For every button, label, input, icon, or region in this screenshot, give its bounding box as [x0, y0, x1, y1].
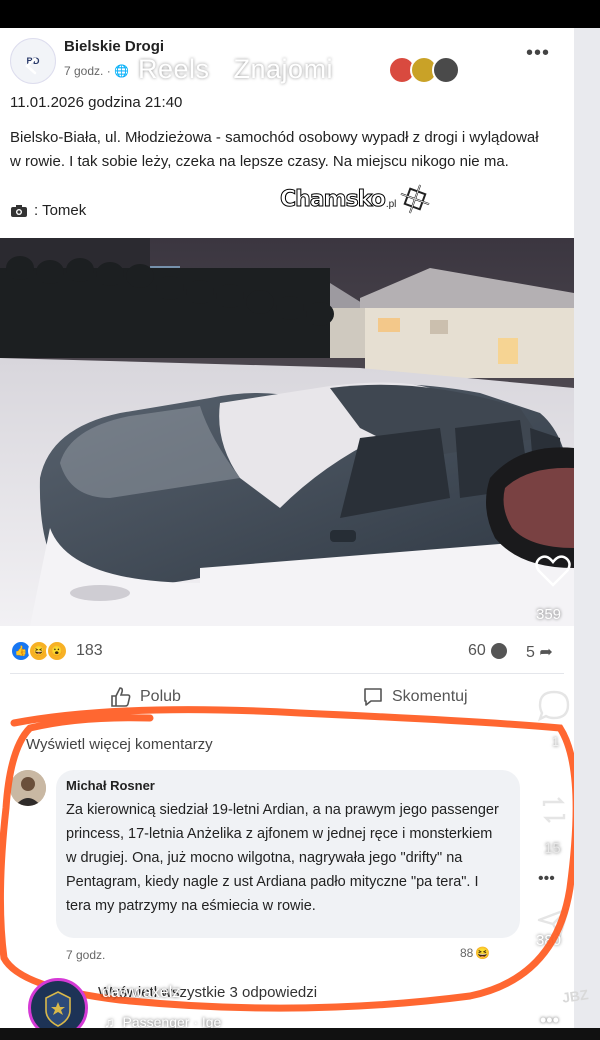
photo-credit: : Tomek	[10, 202, 86, 219]
comment-text: Za kierownicą siedział 19-letni Ardian, …	[66, 802, 499, 914]
like-button[interactable]: Polub	[110, 686, 181, 708]
tab-reels[interactable]: Reels	[138, 54, 210, 84]
bottom-bar	[0, 1028, 600, 1040]
shares-count-text: 5	[526, 644, 535, 661]
post-time: 7 godz. · 🌐	[64, 64, 129, 78]
back-arrow-icon[interactable]	[22, 56, 42, 76]
person-avatar-icon	[10, 770, 46, 806]
share-count-overlay: 380	[536, 932, 562, 949]
police-badge-icon	[45, 991, 71, 1027]
watermark-text: Chamsko	[280, 186, 387, 212]
snowy-car-photo	[0, 238, 574, 626]
page-name[interactable]: Bielskie Drogi	[64, 38, 164, 55]
post-photo[interactable]: 359	[0, 238, 574, 626]
thumbs-up-icon	[111, 687, 131, 707]
comment-more-icon[interactable]: •••	[538, 870, 555, 888]
comment-author[interactable]: Michał Rosner	[66, 778, 155, 793]
crosshair-logo-icon	[400, 184, 430, 214]
post-time-text: 7 godz.	[64, 64, 104, 78]
comment-button[interactable]: Skomentuj	[362, 686, 468, 708]
reactions-count: 183	[76, 642, 103, 659]
wow-reaction-icon: 😮	[46, 640, 68, 662]
shares-count[interactable]: 5 ➦	[526, 642, 553, 662]
heart-icon[interactable]	[534, 554, 572, 588]
comment-count-overlay: 1	[552, 734, 560, 749]
post-text: Bielsko-Biała, ul. Młodzieżowa - samochó…	[10, 129, 539, 170]
top-status-bar	[0, 0, 600, 28]
camera-icon	[11, 204, 27, 217]
like-count-overlay: 359	[536, 606, 562, 623]
reel-username[interactable]: dawwaxelz	[102, 984, 180, 1002]
share-arrow-icon: ➦	[539, 644, 553, 661]
repost-count-overlay: 15	[544, 840, 561, 857]
divider	[10, 673, 564, 674]
haha-reaction-icon: 😆	[475, 946, 491, 960]
post-date: 11.01.2026 godzina 21:40	[10, 94, 183, 111]
reactions-summary[interactable]: 👍 😆 😮 183	[10, 640, 103, 662]
tab-friends[interactable]: Znajomi	[234, 54, 334, 84]
comments-count[interactable]: 60	[468, 642, 508, 660]
like-label: Polub	[140, 688, 181, 705]
comment-time: 7 godz.	[66, 948, 106, 962]
comments-count-text: 60	[468, 642, 486, 659]
view-more-comments[interactable]: Wyświetl więcej komentarzy	[26, 736, 213, 753]
globe-icon: 🌐	[114, 64, 129, 78]
comment-bubble: Michał Rosner Za kierownicą siedział 19-…	[56, 770, 520, 938]
post-card: BD Bielskie Drogi 7 godz. · 🌐 Reels Znajo…	[0, 28, 574, 1034]
repost-icon[interactable]	[536, 792, 572, 828]
reels-tabs: Reels Znajomi	[138, 54, 333, 85]
comment-reactions[interactable]: 88 😆	[460, 946, 490, 960]
chamsko-watermark: Chamsko .pl	[280, 182, 432, 216]
friend-avatar	[432, 56, 460, 84]
commenter-avatar[interactable]	[10, 770, 46, 806]
comment-reactions-count: 88	[460, 946, 474, 960]
right-edge-strip	[574, 28, 600, 1034]
photo-credit-text: : Tomek	[34, 202, 87, 219]
comment-overlay-icon[interactable]	[536, 688, 572, 724]
reel-author-avatar[interactable]	[28, 978, 88, 1034]
watermark-suffix: .pl	[385, 198, 397, 210]
comment-bubble-icon	[490, 643, 507, 659]
comment-icon	[364, 688, 382, 706]
comment-label: Skomentuj	[392, 688, 468, 705]
more-options-icon[interactable]: •••	[526, 42, 550, 65]
friend-avatars[interactable]	[388, 56, 460, 84]
